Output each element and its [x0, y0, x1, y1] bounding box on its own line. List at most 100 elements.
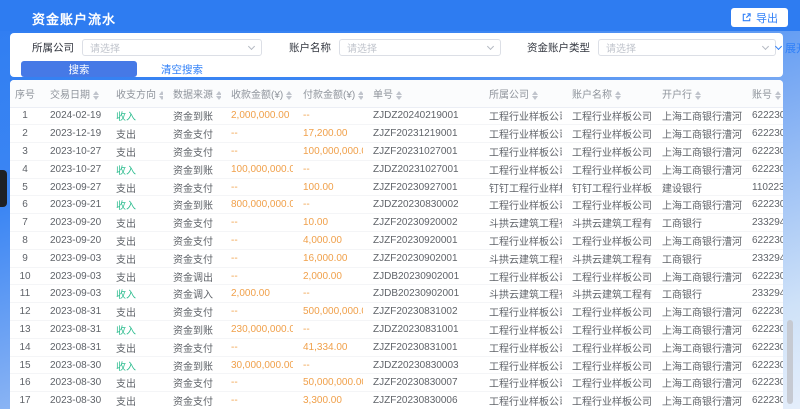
filter-select[interactable]: 请选择	[339, 39, 501, 56]
cell-index: 13	[10, 321, 40, 339]
cell-data-source: 资金支付	[163, 214, 221, 232]
table-row: 112023-09-03收入资金调入2,000.00--ZJDB20230902…	[10, 285, 783, 303]
sort-caret-icon[interactable]	[358, 91, 363, 100]
table-row: 52023-09-27支出资金支付--100.00ZJZF20230927001…	[10, 178, 783, 196]
cell-company: 工程行业样板公司	[479, 107, 562, 125]
cell-account-no: 622230111	[742, 356, 783, 374]
cell-index: 3	[10, 143, 40, 161]
cell-account-name: 工程行业样板公司	[562, 196, 652, 214]
column-header-trade-date[interactable]: 交易日期	[40, 80, 106, 107]
filter-select[interactable]: 请选择	[598, 39, 776, 56]
cell-account-no: 622230111	[742, 143, 783, 161]
column-label: 单号	[373, 90, 393, 101]
cell-income-amount: --	[221, 143, 293, 161]
column-label: 交易日期	[50, 90, 90, 101]
column-label: 开户行	[662, 90, 692, 101]
cell-account-name: 工程行业样板公司	[562, 374, 652, 392]
column-header-bank[interactable]: 开户行	[652, 80, 742, 107]
cell-bank: 工商银行	[652, 249, 742, 267]
cell-company: 工程行业样板公司	[479, 196, 562, 214]
cell-order-no: ZJDB20230902001	[363, 267, 479, 285]
cell-index: 5	[10, 178, 40, 196]
sort-caret-icon[interactable]	[775, 91, 781, 100]
cell-trade-date: 2023-08-31	[40, 303, 106, 321]
sort-caret-icon[interactable]	[159, 91, 163, 100]
expand-filters-link[interactable]: 展开筛选	[776, 40, 800, 56]
cell-bank: 上海工商银行漕河泾支行	[652, 196, 742, 214]
filter-fields-row: 所属公司请选择账户名称请选择资金账户类型请选择展开筛选	[10, 33, 783, 56]
cell-income-amount: --	[221, 392, 293, 409]
cell-data-source: 资金支付	[163, 232, 221, 250]
cell-income-amount: 30,000,000.00	[221, 356, 293, 374]
sort-caret-icon[interactable]	[396, 91, 402, 100]
cell-bank: 工商银行	[652, 285, 742, 303]
column-header-income-amount[interactable]: 收款金额(¥)	[221, 80, 293, 107]
column-header-data-source[interactable]: 数据来源	[163, 80, 221, 107]
column-label: 账号	[752, 90, 772, 101]
cell-account-no: 23329499	[742, 214, 783, 232]
cell-company: 斗拱云建筑工程有限公司	[479, 214, 562, 232]
cell-income-amount: --	[221, 374, 293, 392]
sort-caret-icon[interactable]	[216, 91, 221, 100]
cell-data-source: 资金到账	[163, 196, 221, 214]
cell-account-no: 622230111	[742, 232, 783, 250]
sort-caret-icon[interactable]	[93, 91, 99, 100]
cell-company: 工程行业样板公司	[479, 374, 562, 392]
cell-order-no: ZJZF20230831001	[363, 338, 479, 356]
cell-company: 工程行业样板公司	[479, 125, 562, 143]
column-label: 账户名称	[572, 90, 612, 101]
cell-account-no: 622230111	[742, 374, 783, 392]
cell-trade-date: 2024-02-19	[40, 107, 106, 125]
cell-trade-date: 2023-12-19	[40, 125, 106, 143]
cell-data-source: 资金支付	[163, 143, 221, 161]
column-header-order-no[interactable]: 单号	[363, 80, 479, 107]
cell-company: 工程行业样板公司	[479, 338, 562, 356]
search-button[interactable]: 搜索	[21, 61, 137, 77]
chevron-down-icon	[248, 42, 255, 49]
cell-index: 7	[10, 214, 40, 232]
cell-income-amount: --	[221, 178, 293, 196]
cell-trade-date: 2023-09-03	[40, 249, 106, 267]
cell-company: 工程行业样板公司	[479, 160, 562, 178]
column-header-account-name[interactable]: 账户名称	[562, 80, 652, 107]
vertical-scrollbar-thumb[interactable]	[787, 320, 793, 404]
table-row: 92023-09-03支出资金支付--16,000.00ZJZF20230902…	[10, 249, 783, 267]
cell-bank: 上海工商银行漕河泾支行	[652, 356, 742, 374]
filter-group-1: 所属公司请选择	[32, 39, 262, 56]
cell-company: 工程行业样板公司	[479, 392, 562, 409]
cell-data-source: 资金支付	[163, 125, 221, 143]
cell-company: 工程行业样板公司	[479, 267, 562, 285]
export-button[interactable]: 导出	[731, 8, 788, 27]
cell-trade-date: 2023-09-20	[40, 232, 106, 250]
column-header-account-no[interactable]: 账号	[742, 80, 783, 107]
sort-caret-icon[interactable]	[695, 91, 701, 100]
table-row: 42023-10-27收入资金到账100,000,000.00--ZJDZ202…	[10, 160, 783, 178]
cell-pay-amount: 2,000.00	[293, 267, 363, 285]
cell-income-amount: --	[221, 303, 293, 321]
sort-caret-icon[interactable]	[615, 91, 621, 100]
cell-account-no: 622230111	[742, 160, 783, 178]
cell-account-no: 622230111	[742, 107, 783, 125]
sort-caret-icon[interactable]	[532, 91, 538, 100]
clear-search-button[interactable]: 清空搜索	[161, 62, 203, 77]
cell-direction: 收入	[106, 321, 163, 339]
expand-filters-label: 展开筛选	[785, 40, 800, 56]
cell-account-name: 斗拱云建筑工程有限公司	[562, 249, 652, 267]
cell-direction: 收入	[106, 285, 163, 303]
column-label: 收支方向	[116, 90, 156, 101]
filter-select[interactable]: 请选择	[82, 39, 262, 56]
column-header-index: 序号	[10, 80, 40, 107]
cell-bank: 上海工商银行漕河泾支行	[652, 125, 742, 143]
cell-data-source: 资金支付	[163, 178, 221, 196]
column-label: 序号	[15, 90, 35, 101]
cell-order-no: ZJZF20230920001	[363, 232, 479, 250]
column-header-direction[interactable]: 收支方向	[106, 80, 163, 107]
cell-account-no: 622230111	[742, 321, 783, 339]
cell-pay-amount: 100.00	[293, 178, 363, 196]
sort-caret-icon[interactable]	[286, 91, 292, 100]
chevron-down-icon	[775, 42, 782, 49]
cell-index: 2	[10, 125, 40, 143]
cell-pay-amount: --	[293, 196, 363, 214]
column-header-pay-amount[interactable]: 付款金额(¥)	[293, 80, 363, 107]
column-header-company[interactable]: 所属公司	[479, 80, 562, 107]
